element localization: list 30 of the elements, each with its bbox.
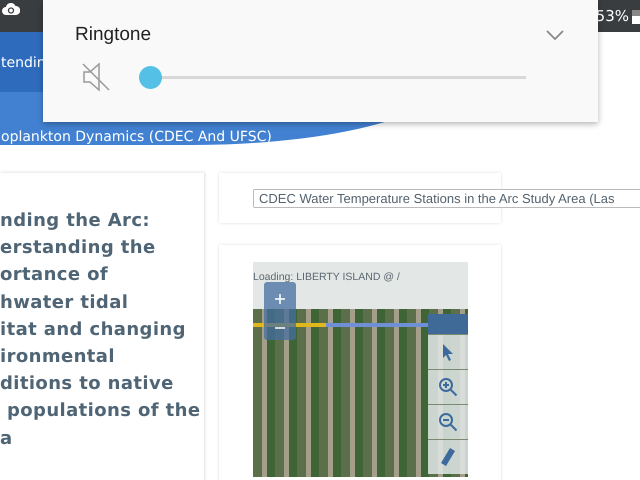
speaker-muted-icon[interactable] xyxy=(82,62,110,92)
select-tool-button[interactable] xyxy=(428,334,468,369)
story-title-line: ditions to native xyxy=(0,372,175,396)
minus-icon[interactable] xyxy=(274,326,286,330)
nav-item[interactable]: oplankton Dynamics (CDEC And UFSC) xyxy=(0,122,452,145)
story-title-line: nding the Arc: xyxy=(0,209,152,233)
zoom-out-icon xyxy=(438,412,458,432)
ruler-icon xyxy=(440,447,456,467)
pointer-icon xyxy=(441,343,455,361)
story-title-line: ironmental xyxy=(0,345,116,370)
layer-select[interactable]: CDEC Water Temperature Stations in the Arc Study Area (Las xyxy=(253,189,640,208)
zoom-control[interactable] xyxy=(264,282,296,340)
story-title-line: a xyxy=(0,426,14,451)
story-title-line: itat and changing xyxy=(0,318,187,342)
story-title-line: ortance of xyxy=(0,263,110,288)
battery-icon xyxy=(632,8,640,24)
volume-slider[interactable] xyxy=(139,66,526,88)
zoom-in-button[interactable] xyxy=(428,369,468,404)
loading-text: Loading: LIBERTY ISLAND @ / xyxy=(253,271,400,283)
zoom-out-button[interactable] xyxy=(428,404,468,439)
slider-thumb[interactable] xyxy=(139,66,162,88)
plus-icon[interactable] xyxy=(274,292,286,304)
zoom-in-icon xyxy=(438,377,458,397)
popup-title: Ringtone xyxy=(75,24,152,46)
satellite-map-placeholder[interactable]: Loading: LIBERTY ISLAND @ / xyxy=(253,262,468,477)
chevron-down-icon[interactable] xyxy=(546,30,564,40)
measure-button[interactable] xyxy=(428,439,468,474)
story-title-line: erstanding the xyxy=(0,236,157,260)
story-title-line: hwater tidal xyxy=(0,290,130,315)
story-title-line: populations of the xyxy=(6,399,202,424)
